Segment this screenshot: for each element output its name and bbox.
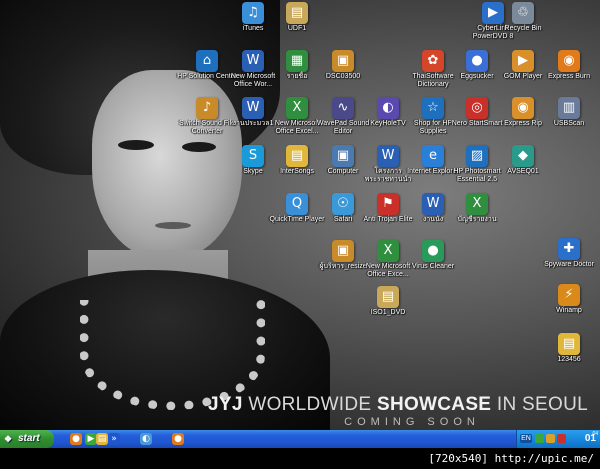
express-burn-icon: ◉ [558,50,580,72]
wallpaper-eye-right [182,142,216,152]
firefox-icon[interactable]: ● [172,433,184,445]
video-file-icon: ◆ [512,145,534,167]
eggsucker-icon: ● [466,50,488,72]
app-icon[interactable]: ◐ [140,433,152,445]
nero-icon: ◎ [466,97,488,119]
desktop-icon-label: Express Burn [547,73,591,80]
windows-flag-icon: ❖ [4,434,13,444]
excel-doc-icon: X [377,240,399,262]
wallpaper-mouth [155,222,191,229]
desktop-icon-label: 123456 [557,356,581,363]
hp-shop-icon: ☆ [422,97,444,119]
computer-icon: ▣ [332,145,354,167]
keyholetv-icon: ◐ [377,97,399,119]
desktop-icon-label: Spyware Doctor [544,261,594,268]
wavepad-icon: ∿ [332,97,354,119]
clock-seconds: 04 [592,431,598,437]
desktop-icon[interactable]: ✚ Spyware Doctor [538,238,600,269]
folder-icon[interactable]: ▤ [96,433,108,445]
desktop-icon[interactable]: ◆ AVSEQ01 [492,145,554,176]
headline-part: SHOWCASE [376,394,492,415]
usbscan-icon: ▥ [558,97,580,119]
desktop-icon-label: AVSEQ01 [507,168,539,175]
image-icon: ▣ [332,50,354,72]
language-indicator[interactable]: EN [520,434,532,443]
network-icon[interactable] [535,434,544,443]
quicktime-icon: Q [286,193,308,215]
headline-part: IN SEOUL [496,394,588,415]
antitrojan-icon: ⚑ [377,193,399,215]
hp-photosmart-icon: ▨ [466,145,488,167]
itunes-icon: ♫ [242,2,264,24]
desktop-icon[interactable]: X บัญชีรายงาน [446,193,508,224]
desktop-icon[interactable]: ⚡ Winamp [538,284,600,315]
folder-icon: ▤ [286,145,308,167]
gom-player-icon: ▶ [512,50,534,72]
desktop-icon-label: บัญชีรายงาน [457,216,497,223]
document-icon: ▤ [286,2,308,24]
system-tray: EN 01 04 [516,430,600,448]
hp-icon: ⌂ [196,50,218,72]
desktop-icon[interactable]: ▤ UDF1 [266,2,328,33]
desktop-icon-label: Virus Cleaner [411,263,455,270]
excel-doc-icon: X [466,193,488,215]
virus-cleaner-icon: ● [422,240,444,262]
desktop-icon[interactable]: ● Virus Cleaner [402,240,464,271]
wallpaper-eye-left [118,140,154,150]
word-doc-icon: W [422,193,444,215]
desktop-icon[interactable]: ▣ DSC03500 [312,50,374,81]
desktop-icon-label: UDF1 [287,25,307,32]
wallpaper-headline: JYJ WORLDWIDE SHOWCASE IN SEOUL [196,394,600,416]
recycle-bin-icon: ♲ [512,2,534,24]
security-icon[interactable] [557,434,566,443]
desktop: JYJ WORLDWIDE SHOWCASE IN SEOUL COMING S… [0,0,600,430]
headline-part: JYJ [208,394,243,415]
excel-doc-icon: X [286,97,308,119]
desktop-icon-label: DSC03500 [325,73,361,80]
word-doc-icon: W [242,50,264,72]
start-button[interactable]: ❖ start [0,430,54,448]
desktop-icon-label: ISO1_DVD [370,309,406,316]
word-doc-icon: W [242,97,264,119]
taskbar: ❖ start ● ▶ ▤» ◐ ● EN 01 04 [0,430,600,448]
excel-doc-icon: ▦ [286,50,308,72]
dictionary-icon: ✿ [422,50,444,72]
headline-part: WORLDWIDE [248,394,372,415]
spyware-doctor-icon: ✚ [558,238,580,260]
chevron-icon[interactable]: » [108,433,120,445]
desktop-icon[interactable]: ▥ USBScan [538,97,600,128]
document-icon: ▤ [377,286,399,308]
desktop-icon-label: Winamp [556,307,582,314]
desktop-icon[interactable]: ▤ ISO1_DVD [357,286,419,317]
image-icon: ▣ [332,240,354,262]
internet-explorer-icon: e [422,145,444,167]
switch-icon: ♪ [196,97,218,119]
desktop-icon[interactable]: ▤ 123456 [538,333,600,364]
firefox-icon[interactable]: ● [70,433,82,445]
wallpaper-subline: COMING SOON [344,416,480,428]
source-caption: [720x540] http://upic.me/ [0,448,600,469]
winamp-icon: ⚡ [558,284,580,306]
volume-icon[interactable] [546,434,555,443]
desktop-icon-label: USBScan [553,120,585,127]
word-doc-icon: W [377,145,399,167]
safari-icon: ☉ [332,193,354,215]
desktop-icon-label: Recycle Bin [504,25,542,32]
start-label: start [18,433,40,444]
skype-icon: S [242,145,264,167]
desktop-icon[interactable]: ◉ Express Burn [538,50,600,81]
express-rip-icon: ◉ [512,97,534,119]
folder-icon: ▤ [558,333,580,355]
desktop-icon[interactable]: ♲ Recycle Bin [492,2,554,33]
